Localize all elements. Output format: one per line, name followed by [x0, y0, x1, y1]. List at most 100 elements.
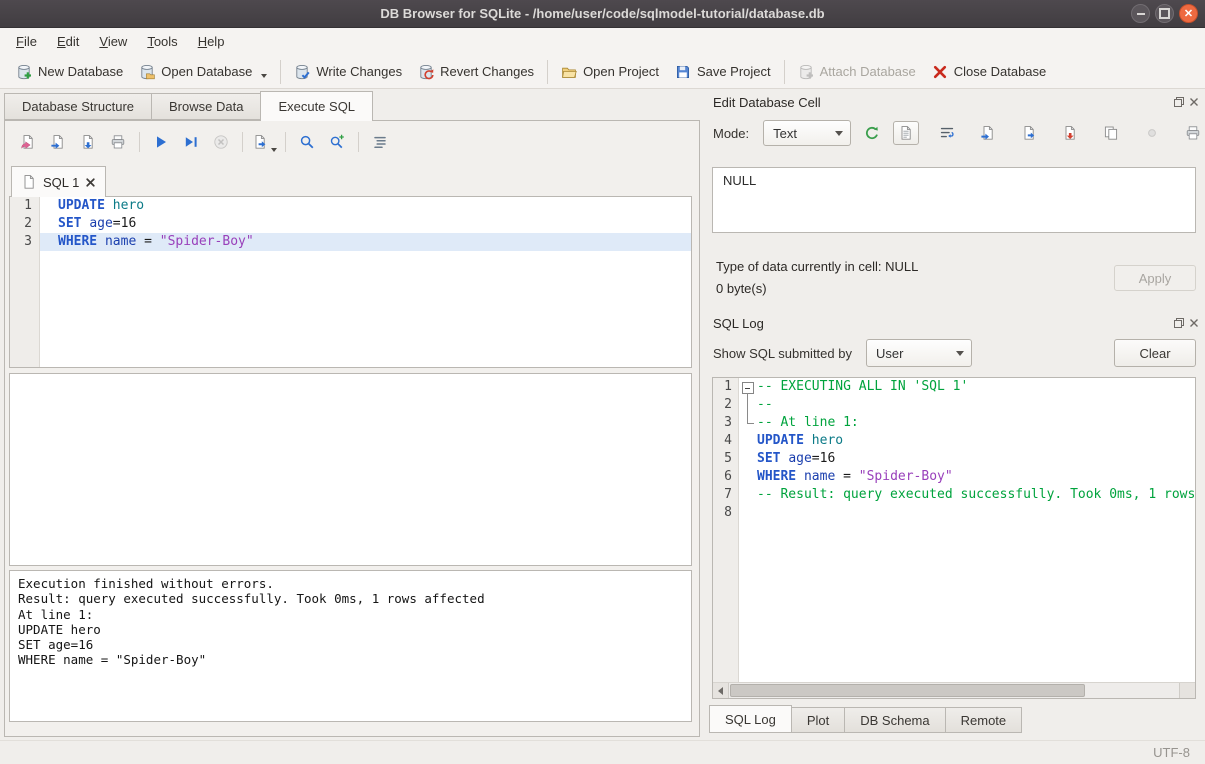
clear-button[interactable]: Clear: [1114, 339, 1196, 367]
close-window-button[interactable]: [1179, 4, 1198, 23]
title-bar[interactable]: DB Browser for SQLite - /home/user/code/…: [0, 0, 1205, 28]
toolbar-separator: [547, 60, 548, 84]
db-write-icon: [294, 64, 310, 80]
cell-value: NULL: [723, 173, 756, 188]
open-database-button[interactable]: Open Database: [131, 59, 275, 85]
code-line: 3WHERE name = "Spider-Boy": [10, 233, 691, 251]
filter-label: Show SQL submitted by: [713, 346, 852, 361]
new-database-button[interactable]: New Database: [8, 59, 131, 85]
results-grid[interactable]: [9, 373, 692, 566]
save-sql-file-icon: [80, 134, 96, 150]
code-line: 8: [713, 504, 1195, 522]
horizontal-scrollbar[interactable]: [713, 682, 1195, 698]
code-text: SET age=16: [755, 450, 1195, 468]
window-title: DB Browser for SQLite - /home/user/code/…: [380, 6, 824, 21]
close-panel-icon[interactable]: [1188, 317, 1200, 329]
format-sql-button[interactable]: [367, 130, 393, 154]
cell-editor[interactable]: NULL: [712, 167, 1196, 233]
print-cell-button[interactable]: [1180, 121, 1205, 145]
open-sql-new-tab-button[interactable]: [15, 130, 41, 154]
close-tab-icon[interactable]: [85, 177, 96, 188]
doc-icon: [21, 174, 37, 190]
main-tab-bar: Database StructureBrowse DataExecute SQL: [4, 90, 372, 120]
line-number: 2: [713, 396, 739, 414]
execute-all-button[interactable]: [148, 130, 174, 154]
menu-help[interactable]: Help: [188, 30, 235, 53]
sql-file-tab[interactable]: SQL 1: [11, 166, 106, 197]
cell-type-text: Type of data currently in cell: NULL: [716, 259, 918, 274]
db-attach-icon: [798, 64, 814, 80]
main-area: Database StructureBrowse DataExecute SQL…: [0, 89, 1205, 740]
replace-text-button[interactable]: [324, 130, 350, 154]
menu-view[interactable]: View: [89, 30, 137, 53]
project-save-icon: [675, 64, 691, 80]
import-text-button[interactable]: [975, 121, 1001, 145]
code-line: 1UPDATE hero: [10, 197, 691, 215]
chevron-down-icon: [956, 351, 964, 356]
menu-bar: FileEditViewToolsHelp: [0, 28, 1205, 55]
menu-edit[interactable]: Edit: [47, 30, 89, 53]
menu-file[interactable]: File: [6, 30, 47, 53]
close-database-button[interactable]: Close Database: [924, 59, 1055, 85]
open-project-button[interactable]: Open Project: [553, 59, 667, 85]
execute-line-button[interactable]: [178, 130, 204, 154]
refresh-button[interactable]: [859, 121, 885, 145]
tab-remote[interactable]: Remote: [945, 707, 1023, 733]
print-cell-icon: [1185, 125, 1201, 141]
button-label: Write Changes: [316, 64, 402, 79]
menu-tools[interactable]: Tools: [137, 30, 187, 53]
export-text-button[interactable]: [1016, 121, 1042, 145]
set-null-button: [1139, 121, 1165, 145]
execution-log[interactable]: Execution finished without errors.Result…: [9, 570, 692, 722]
save-project-button[interactable]: Save Project: [667, 59, 779, 85]
tab-database-structure[interactable]: Database Structure: [4, 93, 152, 120]
sql-tab-bar: SQL 1: [11, 166, 693, 197]
open-sql-file-button[interactable]: [45, 130, 71, 154]
code-text: SET age=16: [40, 215, 691, 233]
scroll-left-button[interactable]: [713, 683, 729, 698]
log-line: Result: query executed successfully. Too…: [18, 591, 683, 606]
scrollbar-corner: [1179, 683, 1195, 698]
apply-button: Apply: [1114, 265, 1196, 291]
print-sql-button[interactable]: [105, 130, 131, 154]
find-text-button[interactable]: [294, 130, 320, 154]
right-panel: Edit Database Cell Mode: Text: [703, 89, 1205, 740]
minimize-button[interactable]: [1131, 4, 1150, 23]
float-panel-icon[interactable]: [1173, 96, 1185, 108]
button-label: New Database: [38, 64, 123, 79]
maximize-button[interactable]: [1155, 4, 1174, 23]
save-as-button[interactable]: [1057, 121, 1083, 145]
sql-log-controls: Show SQL submitted by User Clear: [713, 339, 1196, 367]
filter-select[interactable]: User: [866, 339, 972, 367]
revert-changes-button[interactable]: Revert Changes: [410, 59, 542, 85]
log-line: Execution finished without errors.: [18, 576, 683, 591]
mode-select[interactable]: Text: [763, 120, 851, 146]
replace-text-icon: [329, 134, 345, 150]
project-open-icon: [561, 64, 577, 80]
scrollbar-thumb[interactable]: [730, 684, 1085, 697]
close-panel-icon[interactable]: [1188, 96, 1200, 108]
sql-toolbar: [15, 129, 393, 155]
tab-browse-data[interactable]: Browse Data: [151, 93, 261, 120]
copy-data-button[interactable]: [1098, 121, 1124, 145]
sql-editor[interactable]: 1UPDATE hero2SET age=163WHERE name = "Sp…: [9, 196, 692, 368]
float-panel-icon[interactable]: [1173, 317, 1185, 329]
write-changes-button[interactable]: Write Changes: [286, 59, 410, 85]
text-mode-button[interactable]: [893, 121, 919, 145]
chevron-down-icon: [835, 131, 843, 136]
button-label: Open Project: [583, 64, 659, 79]
fold-column: [739, 486, 755, 504]
button-label: Close Database: [954, 64, 1047, 79]
tab-plot[interactable]: Plot: [791, 707, 845, 733]
copy-data-icon: [1103, 125, 1119, 141]
tab-execute-sql[interactable]: Execute SQL: [260, 91, 373, 121]
sql-log-view[interactable]: 1-- EXECUTING ALL IN 'SQL 1'2--3-- At li…: [712, 377, 1196, 699]
find-text-icon: [299, 134, 315, 150]
tab-db-schema[interactable]: DB Schema: [844, 707, 945, 733]
tab-sql-log[interactable]: SQL Log: [709, 705, 792, 733]
word-wrap-button[interactable]: [934, 121, 960, 145]
save-sql-file-button[interactable]: [75, 130, 101, 154]
log-line: UPDATE hero: [18, 622, 683, 637]
button-label: Revert Changes: [440, 64, 534, 79]
save-results-button[interactable]: [251, 130, 277, 154]
